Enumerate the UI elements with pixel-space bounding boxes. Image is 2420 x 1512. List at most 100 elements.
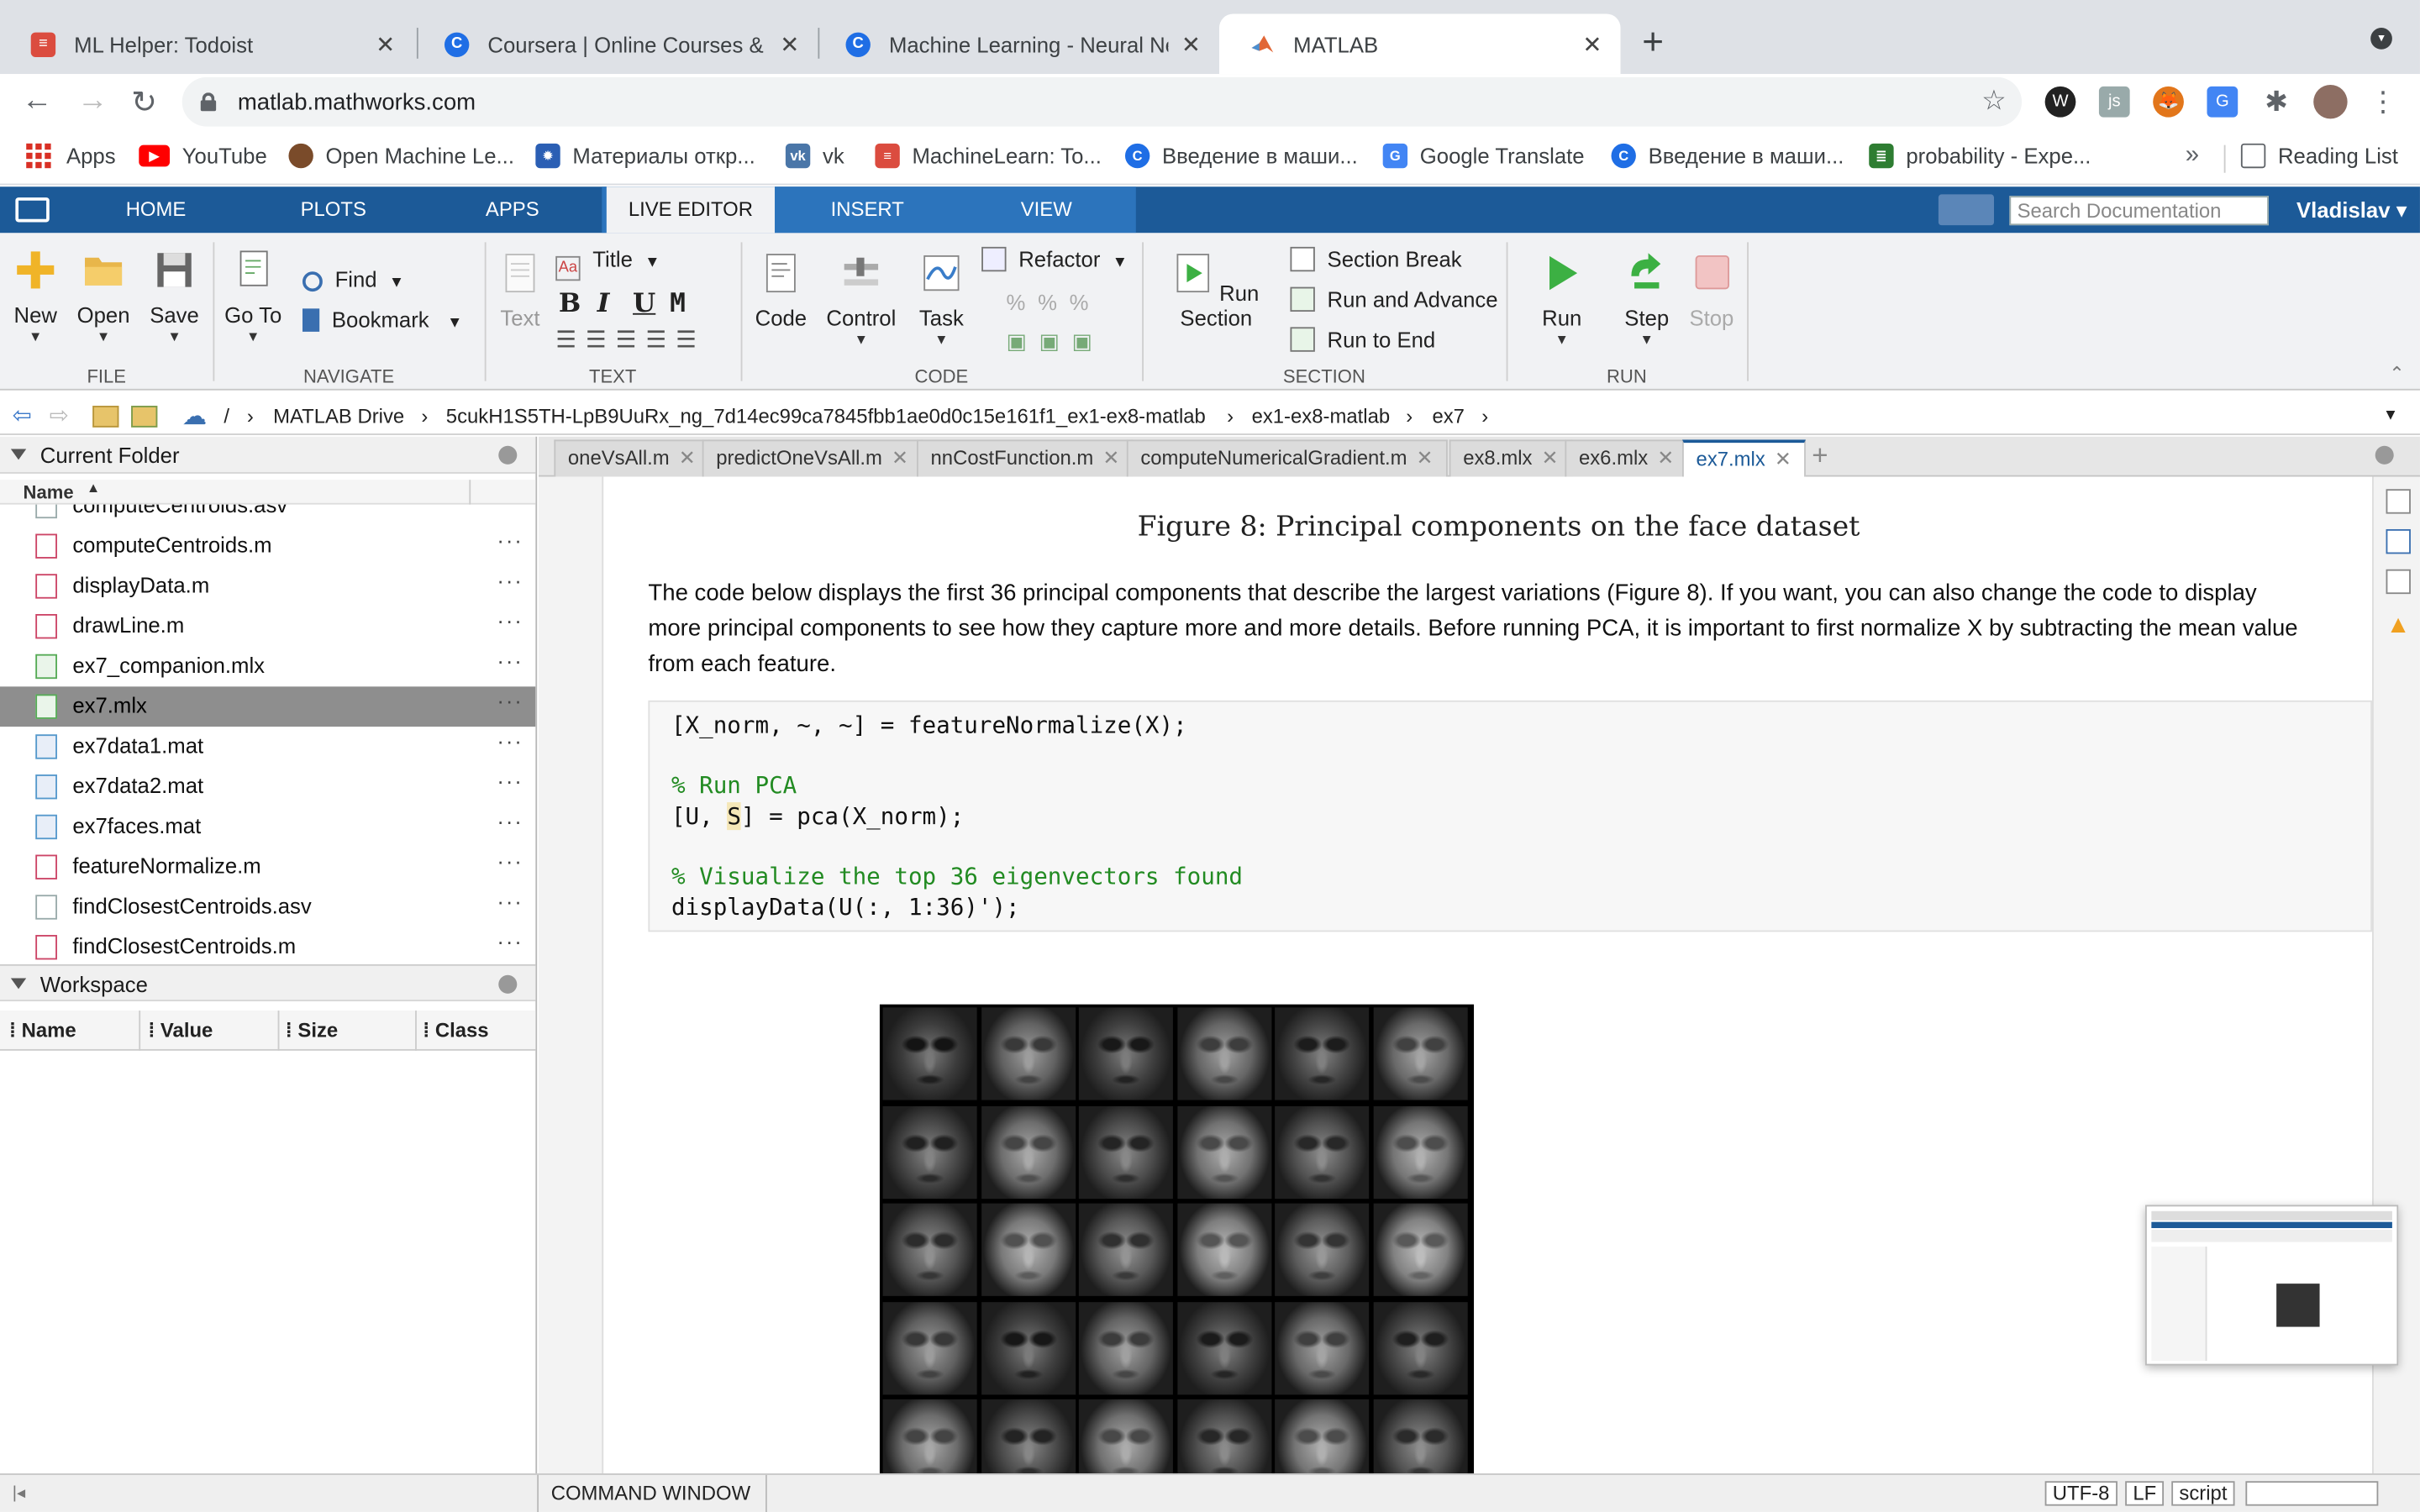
bookmark-youtube[interactable]: ▶ YouTube: [139, 144, 267, 168]
list-item[interactable]: ex7data1.mat ···: [0, 727, 535, 767]
path-dropdown-icon[interactable]: ▼: [2383, 407, 2398, 424]
stop-button[interactable]: Stop: [1686, 251, 1738, 330]
bookmark-apps[interactable]: Apps: [26, 143, 116, 169]
warning-icon[interactable]: ▲: [2386, 612, 2411, 640]
editor-tab[interactable]: predictOneVsAll.m ✕: [702, 439, 923, 477]
file-column-header[interactable]: Name ▲: [0, 480, 536, 505]
editor-tab[interactable]: oneVsAll.m ✕: [554, 439, 710, 477]
tab-view[interactable]: VIEW: [994, 186, 1099, 233]
collapse-triangle-icon[interactable]: [10, 978, 27, 990]
code-format-buttons-row1[interactable]: %%%: [1007, 290, 1102, 314]
list-align-buttons[interactable]: ☰☰☰☰☰: [555, 326, 706, 353]
browse-folder-icon[interactable]: [131, 406, 158, 428]
more-options-icon[interactable]: ···: [497, 505, 523, 512]
underline-button[interactable]: U: [633, 288, 655, 319]
up-folder-icon[interactable]: [92, 406, 119, 428]
command-window-button[interactable]: COMMAND WINDOW: [551, 1481, 750, 1504]
collapse-ribbon-icon[interactable]: ⌃: [2389, 363, 2404, 385]
new-button[interactable]: New ▼: [9, 249, 61, 344]
reading-list-button[interactable]: Reading List: [2240, 143, 2398, 169]
bold-button[interactable]: B: [559, 288, 581, 319]
collapse-triangle-icon[interactable]: [10, 449, 27, 460]
control-button[interactable]: Control ▼: [824, 251, 898, 347]
close-icon[interactable]: ✕: [679, 446, 696, 470]
reload-icon[interactable]: ↻: [131, 83, 157, 122]
italic-button[interactable]: I: [597, 288, 610, 319]
profile-avatar[interactable]: [2313, 85, 2348, 119]
close-icon[interactable]: ✕: [892, 446, 908, 470]
close-icon[interactable]: ✕: [1541, 446, 1558, 470]
ws-col-class[interactable]: ⁞ Class: [423, 1018, 488, 1042]
code-button[interactable]: Code: [753, 251, 808, 330]
bookmark-machinelearn[interactable]: ≡ MachineLearn: To...: [875, 143, 1102, 169]
section-break-button[interactable]: Section Break: [1290, 246, 1462, 272]
find-button[interactable]: Find ▼: [302, 267, 404, 292]
list-item[interactable]: findClosestCentroids.m ···: [0, 927, 535, 964]
bookmark-probability[interactable]: ≣ probability - Expe...: [1869, 143, 2091, 169]
path-drive-folder[interactable]: 5cukH1S5TH-LpB9UuRx_ng_7d14ec99ca7845fbb…: [446, 404, 1206, 428]
editor-tab[interactable]: ex8.mlx ✕: [1449, 439, 1573, 477]
bookmark-google-translate[interactable]: G Google Translate: [1382, 143, 1585, 169]
list-item[interactable]: featureNormalize.m ···: [0, 847, 535, 887]
back-arrow-icon[interactable]: ⇦: [13, 402, 32, 428]
user-menu[interactable]: Vladislav ▾: [2296, 197, 2407, 223]
run-section-button[interactable]: Run Section: [1155, 251, 1278, 330]
tab-search-icon[interactable]: ▾: [2370, 28, 2392, 50]
address-bar[interactable]: matlab.mathworks.com ☆: [182, 76, 2023, 127]
panel-options-icon[interactable]: [498, 445, 518, 465]
more-options-icon[interactable]: ···: [497, 648, 523, 672]
browser-menu-icon[interactable]: ⋮: [2367, 87, 2398, 118]
browser-tab-matlab[interactable]: MATLAB ✕: [1218, 13, 1621, 75]
close-icon[interactable]: ✕: [1417, 446, 1434, 470]
close-icon[interactable]: ✕: [1657, 446, 1674, 470]
text-button[interactable]: Text: [494, 251, 546, 330]
tab-live-editor[interactable]: LIVE EDITOR: [606, 186, 776, 234]
collapse-left-icon[interactable]: |◂: [13, 1483, 25, 1503]
monospace-button[interactable]: M: [670, 288, 686, 319]
ws-col-name[interactable]: ⁞ Name: [9, 1018, 76, 1042]
list-item[interactable]: computeCentroids.asv ···: [0, 504, 535, 527]
run-button[interactable]: Run ▼: [1534, 251, 1590, 347]
bookmark-vk[interactable]: vk vk: [785, 143, 844, 169]
forward-icon[interactable]: →: [77, 83, 108, 118]
run-to-end-button[interactable]: Run to End: [1290, 327, 1435, 352]
editor-tab[interactable]: nnCostFunction.m ✕: [916, 439, 1134, 477]
editor-options-icon[interactable]: [2375, 445, 2394, 465]
title-style-dropdown[interactable]: Aa Title ▼: [555, 247, 660, 281]
hide-code-icon[interactable]: [2386, 569, 2411, 595]
output-inline-icon[interactable]: [2386, 489, 2411, 514]
bookmark-intro-ml-2[interactable]: C Введение в маши...: [1611, 143, 1844, 169]
metamask-extension-icon[interactable]: 🦊: [2153, 86, 2184, 118]
task-button[interactable]: Task ▼: [913, 251, 969, 347]
editor-tab[interactable]: ex6.mlx ✕: [1565, 439, 1688, 477]
browser-tab-coursera[interactable]: C Coursera | Online Courses & C ✕: [413, 14, 818, 75]
list-item[interactable]: findClosestCentroids.asv ···: [0, 887, 535, 927]
new-editor-tab-button[interactable]: +: [1812, 439, 1828, 472]
tab-home[interactable]: HOME: [102, 186, 210, 233]
goto-button[interactable]: Go To ▼: [222, 249, 283, 344]
list-item[interactable]: ex7_companion.mlx ···: [0, 647, 535, 687]
js-extension-icon[interactable]: js: [2098, 86, 2130, 118]
more-options-icon[interactable]: ···: [497, 769, 523, 793]
close-tab-icon[interactable]: ✕: [1181, 30, 1201, 58]
ws-col-size[interactable]: ⁞ Size: [286, 1018, 338, 1042]
output-right-icon[interactable]: [2386, 528, 2411, 554]
editor-tab-active[interactable]: ex7.mlx ✕: [1682, 439, 1806, 477]
more-options-icon[interactable]: ···: [497, 808, 523, 832]
open-button[interactable]: Open ▼: [74, 249, 133, 344]
editor-tab[interactable]: computeNumericalGradient.m ✕: [1126, 439, 1448, 477]
bookmark-materials[interactable]: ✹ Материалы откр...: [535, 143, 755, 169]
extensions-puzzle-icon[interactable]: ✱: [2261, 87, 2292, 118]
bookmark-button[interactable]: Bookmark ▼: [302, 307, 462, 332]
tab-insert[interactable]: INSERT: [802, 186, 932, 233]
path-ex1-ex8[interactable]: ex1-ex8-matlab: [1252, 404, 1391, 428]
live-editor[interactable]: Figure 8: Principal components on the fa…: [539, 476, 2373, 1474]
screenshot-thumbnail[interactable]: [2145, 1205, 2399, 1366]
list-item[interactable]: displayData.m ···: [0, 566, 535, 606]
more-options-icon[interactable]: ···: [497, 688, 523, 712]
wordtune-extension-icon[interactable]: W: [2044, 86, 2076, 118]
more-bookmarks-icon[interactable]: »: [2186, 142, 2199, 170]
close-tab-icon[interactable]: ✕: [376, 30, 395, 58]
bookmark-open-ml[interactable]: Open Machine Le...: [288, 143, 514, 169]
back-icon[interactable]: ←: [22, 83, 53, 118]
